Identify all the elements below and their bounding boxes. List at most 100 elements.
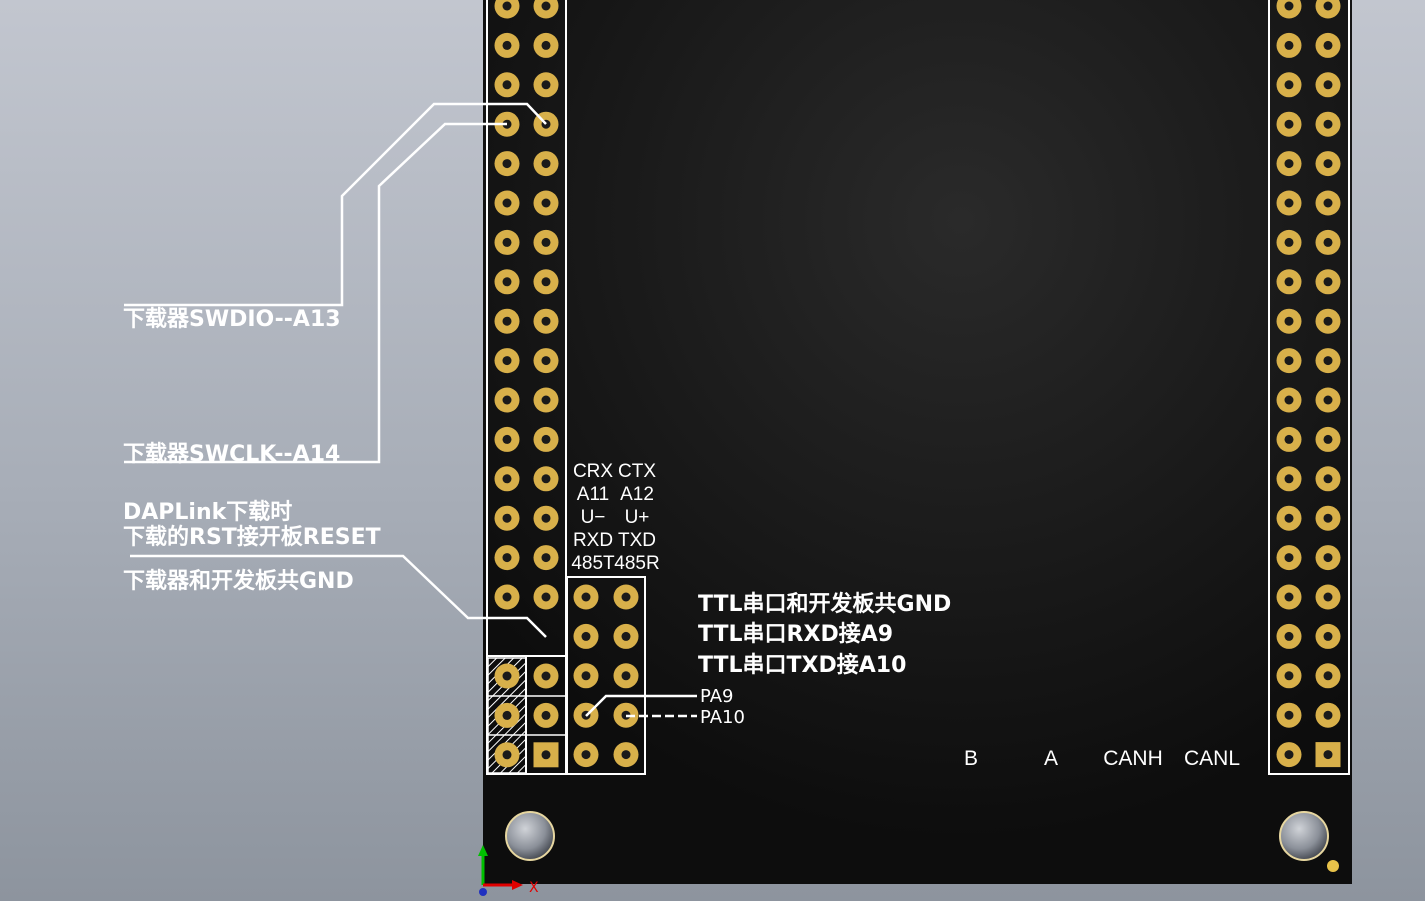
pad-hole bbox=[1323, 277, 1333, 287]
pa9-label: PA9 bbox=[700, 686, 733, 707]
daplink-annotation-line2: 下载的RST接开板RESET bbox=[123, 524, 381, 550]
pad-hole bbox=[1323, 356, 1333, 366]
pcb-diagram: X 下载器SWDIO--A13 下载器SWCLK--A14 DAPLink下载时… bbox=[123, 0, 1352, 896]
pad-hole bbox=[1284, 237, 1294, 247]
daplink-annotation-line1: DAPLink下载时 bbox=[123, 499, 292, 525]
pad-hole bbox=[1323, 316, 1333, 326]
pad-hole bbox=[502, 513, 512, 523]
pad-hole bbox=[541, 80, 551, 90]
pad-hole bbox=[1323, 159, 1333, 169]
pad-hole bbox=[502, 710, 512, 720]
pad-hole bbox=[502, 40, 512, 50]
pad-hole bbox=[541, 40, 551, 50]
pad-hole bbox=[502, 316, 512, 326]
pad-hole bbox=[541, 198, 551, 208]
mounting-hole bbox=[505, 811, 555, 861]
pad-hole bbox=[621, 750, 631, 760]
pad-hole bbox=[1284, 513, 1294, 523]
connector-label-col1-line2: A11 bbox=[577, 484, 609, 505]
pad-hole bbox=[1323, 198, 1333, 208]
swdio-annotation: 下载器SWDIO--A13 bbox=[123, 306, 341, 332]
pad-hole bbox=[1284, 198, 1294, 208]
pad-hole bbox=[621, 631, 631, 641]
pad-hole bbox=[1284, 1, 1294, 11]
pad-hole bbox=[502, 434, 512, 444]
pa10-label: PA10 bbox=[700, 707, 745, 728]
ttl-txd-annotation: TTL串口TXD接A10 bbox=[698, 653, 906, 678]
pad-hole bbox=[502, 592, 512, 602]
pad-hole bbox=[1323, 119, 1333, 129]
pad-hole bbox=[621, 671, 631, 681]
pad-hole bbox=[1323, 1, 1333, 11]
pad-hole bbox=[1284, 40, 1294, 50]
pad-hole bbox=[541, 513, 551, 523]
pad-hole bbox=[502, 80, 512, 90]
pad-hole bbox=[1323, 474, 1333, 484]
pad-hole bbox=[1323, 710, 1333, 720]
pad-hole bbox=[502, 277, 512, 287]
mounting-hole bbox=[1279, 811, 1329, 861]
gnd-annotation: 下载器和开发板共GND bbox=[123, 568, 354, 594]
pad-hole bbox=[581, 631, 591, 641]
pad-hole bbox=[541, 434, 551, 444]
pad-hole bbox=[502, 356, 512, 366]
pad-hole bbox=[1284, 356, 1294, 366]
connector-label-col2-line4: TXD bbox=[618, 530, 656, 551]
pad-hole bbox=[541, 159, 551, 169]
pad-hole bbox=[1323, 80, 1333, 90]
pad-hole bbox=[1284, 119, 1294, 129]
pad-hole bbox=[1284, 277, 1294, 287]
pad-hole bbox=[1284, 159, 1294, 169]
pad-hole bbox=[1284, 80, 1294, 90]
pad-hole bbox=[1323, 750, 1333, 760]
ttl-rxd-annotation: TTL串口RXD接A9 bbox=[698, 622, 893, 647]
bus-label-a: A bbox=[1044, 747, 1058, 770]
pad-hole bbox=[541, 592, 551, 602]
x-axis-label: X bbox=[529, 880, 539, 896]
pad-hole bbox=[541, 671, 551, 681]
bus-label-b: B bbox=[964, 747, 978, 770]
bus-label-canh: CANH bbox=[1103, 747, 1163, 770]
pad-hole bbox=[541, 395, 551, 405]
pad-hole bbox=[1284, 395, 1294, 405]
pad-hole bbox=[541, 750, 551, 760]
pad-hole bbox=[1323, 513, 1333, 523]
pad-hole bbox=[541, 316, 551, 326]
pad-hole bbox=[1323, 434, 1333, 444]
pad-hole bbox=[502, 395, 512, 405]
ttl-gnd-annotation: TTL串口和开发板共GND bbox=[698, 591, 951, 617]
pad-hole bbox=[1323, 395, 1333, 405]
swclk-annotation: 下载器SWCLK--A14 bbox=[123, 441, 340, 467]
pad-hole bbox=[541, 277, 551, 287]
pad-hole bbox=[502, 198, 512, 208]
pad-hole bbox=[581, 750, 591, 760]
pad-hole bbox=[502, 474, 512, 484]
pad-hole bbox=[1323, 592, 1333, 602]
connector-label-col1-line4: RXD bbox=[573, 530, 613, 551]
pad-hole bbox=[502, 750, 512, 760]
pad-hole bbox=[1284, 434, 1294, 444]
connector-label-col2-line2: A12 bbox=[620, 484, 654, 505]
pad-hole bbox=[1284, 671, 1294, 681]
swclk-leader bbox=[124, 122, 507, 464]
pad-hole bbox=[1284, 474, 1294, 484]
pad-hole bbox=[1323, 553, 1333, 563]
pad-hole bbox=[1284, 750, 1294, 760]
pad-hole bbox=[541, 710, 551, 720]
pad-hole bbox=[1284, 631, 1294, 641]
pad-hole bbox=[502, 1, 512, 11]
pad-hole bbox=[1284, 553, 1294, 563]
pad-hole bbox=[541, 237, 551, 247]
connector-label-col2-line5: 485R bbox=[614, 553, 659, 574]
fiducial-dot bbox=[1327, 860, 1339, 872]
connector-label-col1-line1: CRX bbox=[573, 461, 613, 482]
pad-hole bbox=[581, 592, 591, 602]
pad-hole bbox=[502, 671, 512, 681]
pad-hole bbox=[541, 1, 551, 11]
pad-hole bbox=[1323, 40, 1333, 50]
pad-hole bbox=[502, 237, 512, 247]
pad-hole bbox=[1323, 671, 1333, 681]
pad-hole bbox=[502, 553, 512, 563]
pad-hole bbox=[1323, 631, 1333, 641]
connector-label-col2-line3: U+ bbox=[625, 507, 650, 528]
